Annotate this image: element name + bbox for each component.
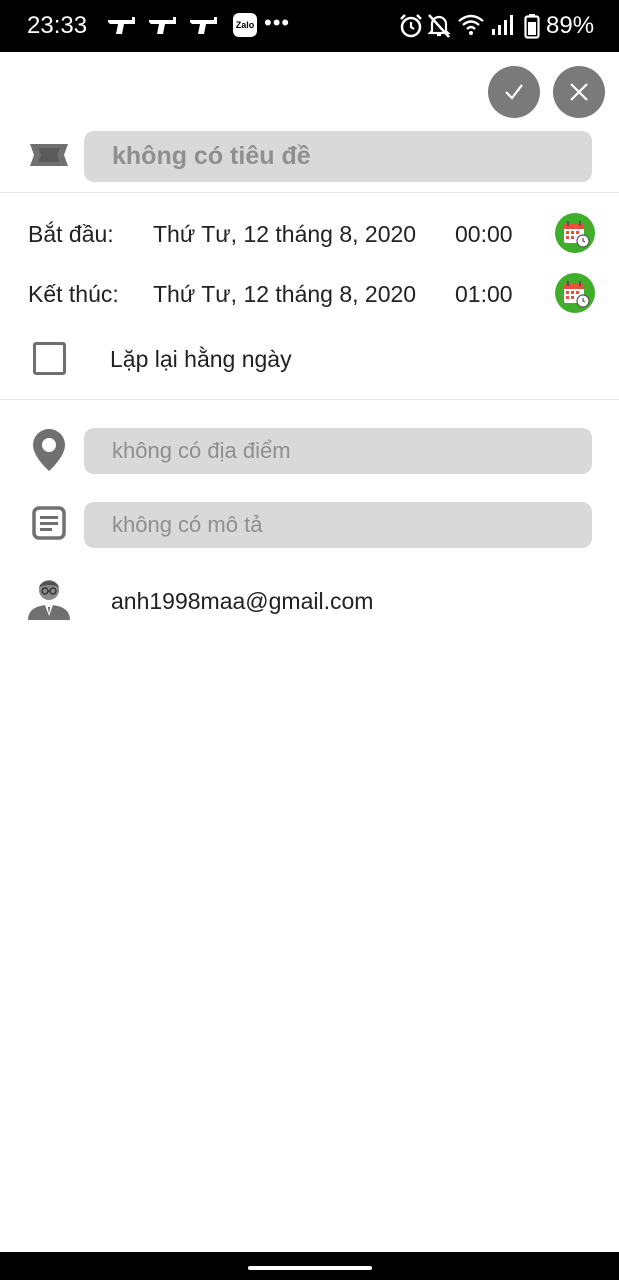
calendar-clock-icon [564, 221, 590, 248]
wifi-icon [458, 14, 484, 35]
title-input[interactable]: không có tiêu đề [84, 131, 592, 182]
description-icon [32, 506, 66, 540]
person-icon [28, 580, 70, 620]
rifle-icon [190, 17, 217, 34]
home-gesture-handle[interactable] [248, 1266, 372, 1270]
start-time[interactable]: 00:00 [455, 221, 513, 248]
location-pin-icon [33, 429, 65, 471]
description-input[interactable]: không có mô tả [84, 502, 592, 548]
rifle-icon [108, 17, 135, 34]
confirm-button[interactable] [488, 66, 540, 118]
start-date[interactable]: Thứ Tư, 12 tháng 8, 2020 [153, 221, 416, 248]
check-icon [505, 84, 523, 100]
navigation-bar [0, 1252, 619, 1280]
start-calendar-button[interactable] [555, 213, 595, 253]
start-label: Bắt đầu: [28, 221, 114, 247]
signal-icon [492, 15, 513, 35]
end-calendar-button[interactable] [555, 273, 595, 313]
end-date[interactable]: Thứ Tư, 12 tháng 8, 2020 [153, 281, 416, 308]
zalo-icon: Zalo [233, 13, 257, 37]
ribbon-icon [30, 144, 68, 166]
alarm-icon [400, 14, 422, 38]
repeat-daily-checkbox[interactable] [33, 342, 66, 375]
calendar-clock-icon [564, 281, 590, 308]
close-button[interactable] [553, 66, 605, 118]
divider [0, 192, 619, 193]
battery-percent: 89% [546, 12, 595, 39]
status-bar: 23:33 Zalo ••• 89% [0, 0, 619, 52]
status-time: 23:33 [27, 12, 88, 39]
bell-off-icon [427, 14, 451, 38]
organizer-email: anh1998maa@gmail.com [111, 588, 374, 614]
location-input[interactable]: không có địa điểm [84, 428, 592, 474]
more-notifications-icon: ••• [264, 10, 291, 35]
repeat-daily-label[interactable]: Lặp lại hằng ngày [110, 346, 292, 373]
close-icon [570, 83, 588, 101]
divider [0, 399, 619, 400]
battery-icon [524, 14, 540, 39]
end-label: Kết thúc: [28, 281, 119, 307]
end-time[interactable]: 01:00 [455, 281, 513, 308]
rifle-icon [149, 17, 176, 34]
